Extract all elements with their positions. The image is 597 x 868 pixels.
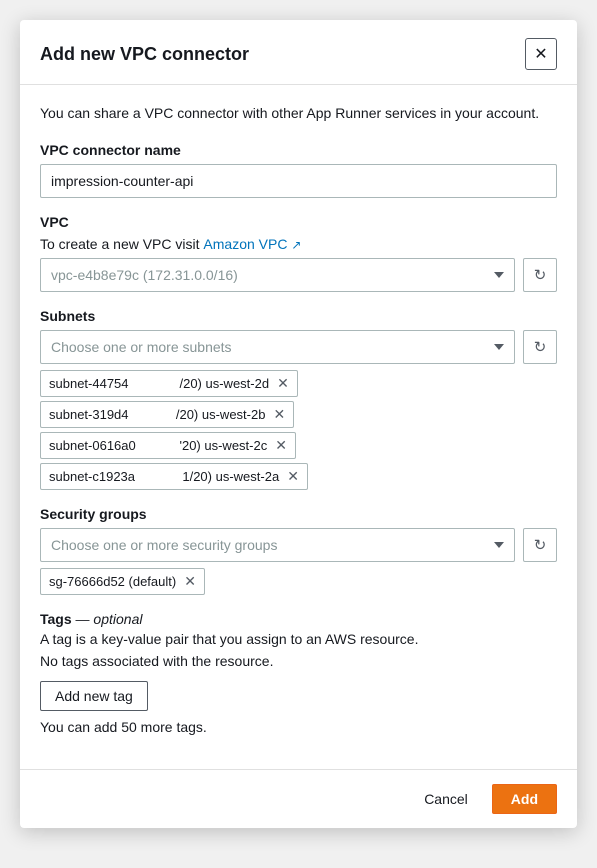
remove-icon: ✕	[184, 573, 196, 590]
external-link-icon: ↗	[291, 238, 301, 252]
subnets-placeholder: Choose one or more subnets	[51, 339, 482, 355]
chevron-down-icon	[494, 542, 504, 548]
subnet-chip-1-text: subnet-319d4 /20) us-west-2b	[49, 407, 265, 422]
subnet-remove-2-button[interactable]: ✕	[275, 437, 287, 454]
modal-description: You can share a VPC connector with other…	[40, 103, 557, 124]
cancel-button[interactable]: Cancel	[410, 785, 482, 813]
security-groups-select-row: Choose one or more security groups ↻	[40, 528, 557, 562]
add-button[interactable]: Add	[492, 784, 557, 814]
vpc-refresh-button[interactable]: ↻	[523, 258, 557, 292]
security-group-chip-0-text: sg-76666d52 (default)	[49, 574, 176, 589]
vpc-select-wrapper: vpc-e4b8e79c (172.31.0.0/16)	[40, 258, 515, 292]
modal-overlay: Add new VPC connector ✕ You can share a …	[0, 0, 597, 868]
vpc-link-prefix: To create a new VPC visit	[40, 236, 200, 252]
vpc-select-row: vpc-e4b8e79c (172.31.0.0/16) ↻	[40, 258, 557, 292]
modal-header: Add new VPC connector ✕	[20, 20, 577, 85]
amazon-vpc-link-text: Amazon VPC	[203, 236, 287, 252]
tags-description: A tag is a key-value pair that you assig…	[40, 631, 557, 647]
security-groups-refresh-button[interactable]: ↻	[523, 528, 557, 562]
refresh-icon: ↻	[534, 338, 547, 356]
subnets-label: Subnets	[40, 308, 557, 324]
vpc-label: VPC	[40, 214, 557, 230]
connector-name-field: VPC connector name	[40, 142, 557, 198]
security-group-remove-0-button[interactable]: ✕	[184, 573, 196, 590]
add-new-tag-button[interactable]: Add new tag	[40, 681, 148, 711]
no-tags-text: No tags associated with the resource.	[40, 653, 557, 669]
subnets-select-row: Choose one or more subnets ↻	[40, 330, 557, 364]
vpc-link-row: To create a new VPC visit Amazon VPC ↗	[40, 236, 557, 252]
remove-icon: ✕	[275, 437, 287, 454]
remove-icon: ✕	[273, 406, 285, 423]
connector-name-input[interactable]	[40, 164, 557, 198]
modal-footer: Cancel Add	[20, 769, 577, 828]
security-group-chip-0: sg-76666d52 (default) ✕	[40, 568, 205, 595]
close-button[interactable]: ✕	[525, 38, 557, 70]
security-groups-tags-container: sg-76666d52 (default) ✕	[40, 568, 557, 595]
vpc-select[interactable]: vpc-e4b8e79c (172.31.0.0/16)	[40, 258, 515, 292]
tags-limit-text: You can add 50 more tags.	[40, 719, 557, 735]
subnet-remove-0-button[interactable]: ✕	[277, 375, 289, 392]
subnets-select[interactable]: Choose one or more subnets	[40, 330, 515, 364]
modal-body: You can share a VPC connector with other…	[20, 85, 577, 769]
connector-name-label: VPC connector name	[40, 142, 557, 158]
close-icon: ✕	[534, 44, 547, 64]
refresh-icon: ↻	[534, 536, 547, 554]
subnets-refresh-button[interactable]: ↻	[523, 330, 557, 364]
subnet-chip-3: subnet-c1923a 1/20) us-west-2a ✕	[40, 463, 308, 490]
subnet-chip-3-text: subnet-c1923a 1/20) us-west-2a	[49, 469, 279, 484]
chevron-down-icon	[494, 272, 504, 278]
security-groups-select-wrapper: Choose one or more security groups	[40, 528, 515, 562]
chevron-down-icon	[494, 344, 504, 350]
subnet-chip-1: subnet-319d4 /20) us-west-2b ✕	[40, 401, 294, 428]
subnets-field: Subnets Choose one or more subnets ↻ su	[40, 308, 557, 490]
subnet-chip-0: subnet-44754 /20) us-west-2d ✕	[40, 370, 298, 397]
vpc-selected-value: vpc-e4b8e79c (172.31.0.0/16)	[51, 267, 482, 283]
security-groups-label: Security groups	[40, 506, 557, 522]
tags-optional-label: — optional	[76, 611, 143, 627]
security-groups-select[interactable]: Choose one or more security groups	[40, 528, 515, 562]
remove-icon: ✕	[277, 375, 289, 392]
security-groups-field: Security groups Choose one or more secur…	[40, 506, 557, 595]
vpc-field: VPC To create a new VPC visit Amazon VPC…	[40, 214, 557, 292]
subnet-remove-1-button[interactable]: ✕	[273, 406, 285, 423]
tags-header: Tags — optional	[40, 611, 557, 627]
security-groups-placeholder: Choose one or more security groups	[51, 537, 482, 553]
modal-title: Add new VPC connector	[40, 44, 249, 65]
tags-section: Tags — optional A tag is a key-value pai…	[40, 611, 557, 735]
refresh-icon: ↻	[534, 266, 547, 284]
subnet-chip-0-text: subnet-44754 /20) us-west-2d	[49, 376, 269, 391]
subnets-select-wrapper: Choose one or more subnets	[40, 330, 515, 364]
subnets-tags-container: subnet-44754 /20) us-west-2d ✕ subnet-31…	[40, 370, 557, 490]
subnet-chip-2: subnet-0616a0 '20) us-west-2c ✕	[40, 432, 296, 459]
tags-label: Tags	[40, 611, 72, 627]
subnet-chip-2-text: subnet-0616a0 '20) us-west-2c	[49, 438, 267, 453]
subnet-remove-3-button[interactable]: ✕	[287, 468, 299, 485]
amazon-vpc-link[interactable]: Amazon VPC ↗	[203, 236, 301, 252]
remove-icon: ✕	[287, 468, 299, 485]
add-vpc-connector-modal: Add new VPC connector ✕ You can share a …	[20, 20, 577, 828]
